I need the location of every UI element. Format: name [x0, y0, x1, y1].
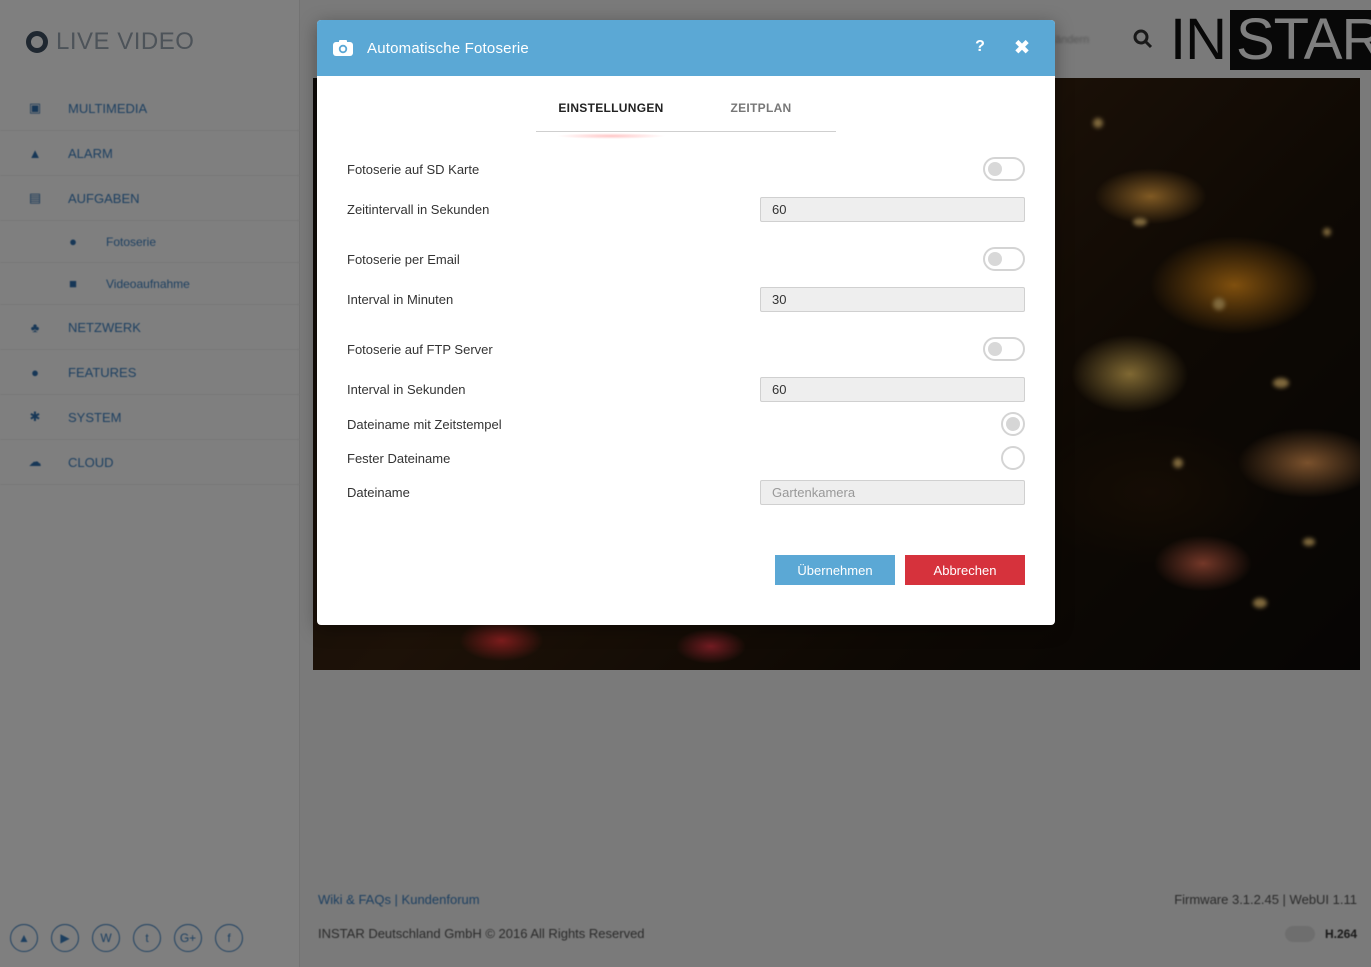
camera-icon [332, 39, 354, 57]
ftp-label: Fotoserie auf FTP Server [347, 341, 493, 357]
timestamp-radio[interactable] [1001, 412, 1025, 436]
dialog-title: Automatische Fotoserie [367, 39, 529, 57]
ftp-interval-label: Interval in Sekunden [347, 381, 466, 397]
ftp-interval-input[interactable] [760, 376, 1025, 402]
email-interval-input[interactable] [760, 286, 1025, 312]
fotoserie-dialog: Automatische Fotoserie ? ✖ EINSTELLUNGEN… [317, 20, 1055, 625]
sd-interval-label: Zeitintervall in Sekunden [347, 201, 490, 217]
fixed-name-label: Fester Dateiname [347, 450, 451, 466]
ftp-row: Fotoserie auf FTP Server [347, 336, 1025, 362]
email-interval-row: Interval in Minuten [347, 286, 1025, 312]
dialog-tabs: EINSTELLUNGEN ZEITPLAN [536, 96, 836, 139]
email-toggle[interactable] [983, 247, 1025, 271]
tab-zeitplan[interactable]: ZEITPLAN [686, 96, 836, 131]
email-interval-label: Interval in Minuten [347, 291, 454, 307]
filename-label: Dateiname [347, 484, 410, 500]
timestamp-row: Dateiname mit Zeitstempel [347, 411, 1025, 437]
sd-interval-row: Zeitintervall in Sekunden [347, 196, 1025, 222]
cancel-button[interactable]: Abbrechen [905, 555, 1025, 585]
email-label: Fotoserie per Email [347, 251, 460, 267]
sd-row: Fotoserie auf SD Karte [347, 156, 1025, 182]
sd-label: Fotoserie auf SD Karte [347, 161, 480, 177]
close-button[interactable]: ✖ [1011, 36, 1033, 59]
timestamp-label: Dateiname mit Zeitstempel [347, 416, 502, 432]
fixed-name-row: Fester Dateiname [347, 445, 1025, 471]
fixed-name-radio[interactable] [1001, 446, 1025, 470]
apply-button[interactable]: Übernehmen [775, 555, 895, 585]
help-button[interactable]: ? [969, 36, 991, 58]
sd-toggle[interactable] [983, 157, 1025, 181]
filename-row: Dateiname [347, 479, 1025, 505]
tab-einstellungen[interactable]: EINSTELLUNGEN [536, 96, 686, 139]
sd-interval-input[interactable] [760, 196, 1025, 222]
dialog-header: Automatische Fotoserie ? ✖ [317, 20, 1055, 76]
filename-input[interactable] [760, 479, 1025, 505]
ftp-toggle[interactable] [983, 337, 1025, 361]
ftp-interval-row: Interval in Sekunden [347, 376, 1025, 402]
email-row: Fotoserie per Email [347, 246, 1025, 272]
